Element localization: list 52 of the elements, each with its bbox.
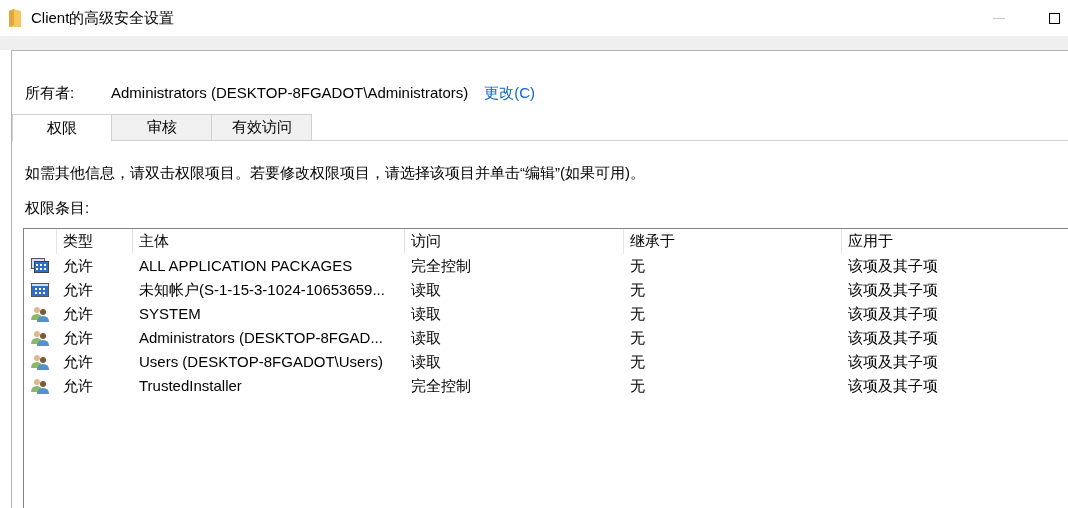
table-cell: 该项及其子项 [848, 328, 938, 346]
table-cell: 完全控制 [411, 256, 471, 274]
table-cell: 无 [630, 256, 645, 274]
table-cell: 未知帐户(S-1-15-3-1024-10653659... [139, 280, 385, 298]
info-text: 如需其他信息，请双击权限项目。若要修改权限项目，请选择该项目并单击“编辑”(如果可用)。 [25, 163, 646, 183]
table-cell: 允许 [63, 280, 93, 298]
table-cell: 读取 [411, 304, 441, 322]
app-packages-icon [31, 258, 49, 274]
column-header[interactable]: 访问 [404, 229, 623, 254]
column-header[interactable]: 继承于 [623, 229, 841, 254]
table-cell: SYSTEM [139, 304, 201, 322]
table-cell: 无 [630, 352, 645, 370]
folder-icon [9, 9, 21, 27]
table-cell: 允许 [63, 256, 93, 274]
table-cell: Users (DESKTOP-8FGADOT\Users) [139, 352, 383, 370]
user-group-icon [31, 306, 49, 322]
column-header[interactable]: 应用于 [841, 229, 1068, 254]
window-title: Client的高级安全设置 [31, 7, 175, 28]
table-cell: Administrators (DESKTOP-8FGAD... [139, 328, 383, 346]
owner-value: Administrators (DESKTOP-8FGADOT\Administrators) [111, 82, 469, 103]
user-group-icon [31, 378, 49, 394]
table-cell: 读取 [411, 280, 441, 298]
table-cell: 读取 [411, 328, 441, 346]
table-cell: 无 [630, 304, 645, 322]
table-cell: 允许 [63, 352, 93, 370]
user-group-icon [31, 354, 49, 370]
table-cell: 该项及其子项 [848, 376, 938, 394]
user-group-icon [31, 330, 49, 346]
change-owner-link[interactable]: 更改(C) [484, 81, 536, 105]
column-header[interactable]: 主体 [132, 229, 404, 254]
table-cell: ALL APPLICATION PACKAGES [139, 256, 353, 274]
list-label: 权限条目: [25, 197, 91, 218]
maximize-icon[interactable] [1049, 12, 1060, 24]
tab[interactable]: 有效访问 [212, 114, 312, 141]
column-header[interactable]: 类型 [56, 229, 132, 254]
table-cell: 允许 [63, 376, 93, 394]
owner-label: 所有者: [25, 82, 76, 103]
table-cell: 无 [630, 280, 645, 298]
tab[interactable]: 权限 [12, 114, 112, 142]
table-cell: 无 [630, 376, 645, 394]
table-cell: 该项及其子项 [848, 280, 938, 298]
table-cell: 无 [630, 328, 645, 346]
table-cell: 该项及其子项 [848, 352, 938, 370]
table-cell: TrustedInstaller [139, 376, 242, 394]
tab[interactable]: 审核 [112, 114, 212, 141]
table-cell: 允许 [63, 328, 93, 346]
table-cell: 允许 [63, 304, 93, 322]
table-cell: 完全控制 [411, 376, 471, 394]
app-icon [31, 283, 49, 297]
table-cell: 该项及其子项 [848, 304, 938, 322]
table-cell: 读取 [411, 352, 441, 370]
table-cell: 该项及其子项 [848, 256, 938, 274]
